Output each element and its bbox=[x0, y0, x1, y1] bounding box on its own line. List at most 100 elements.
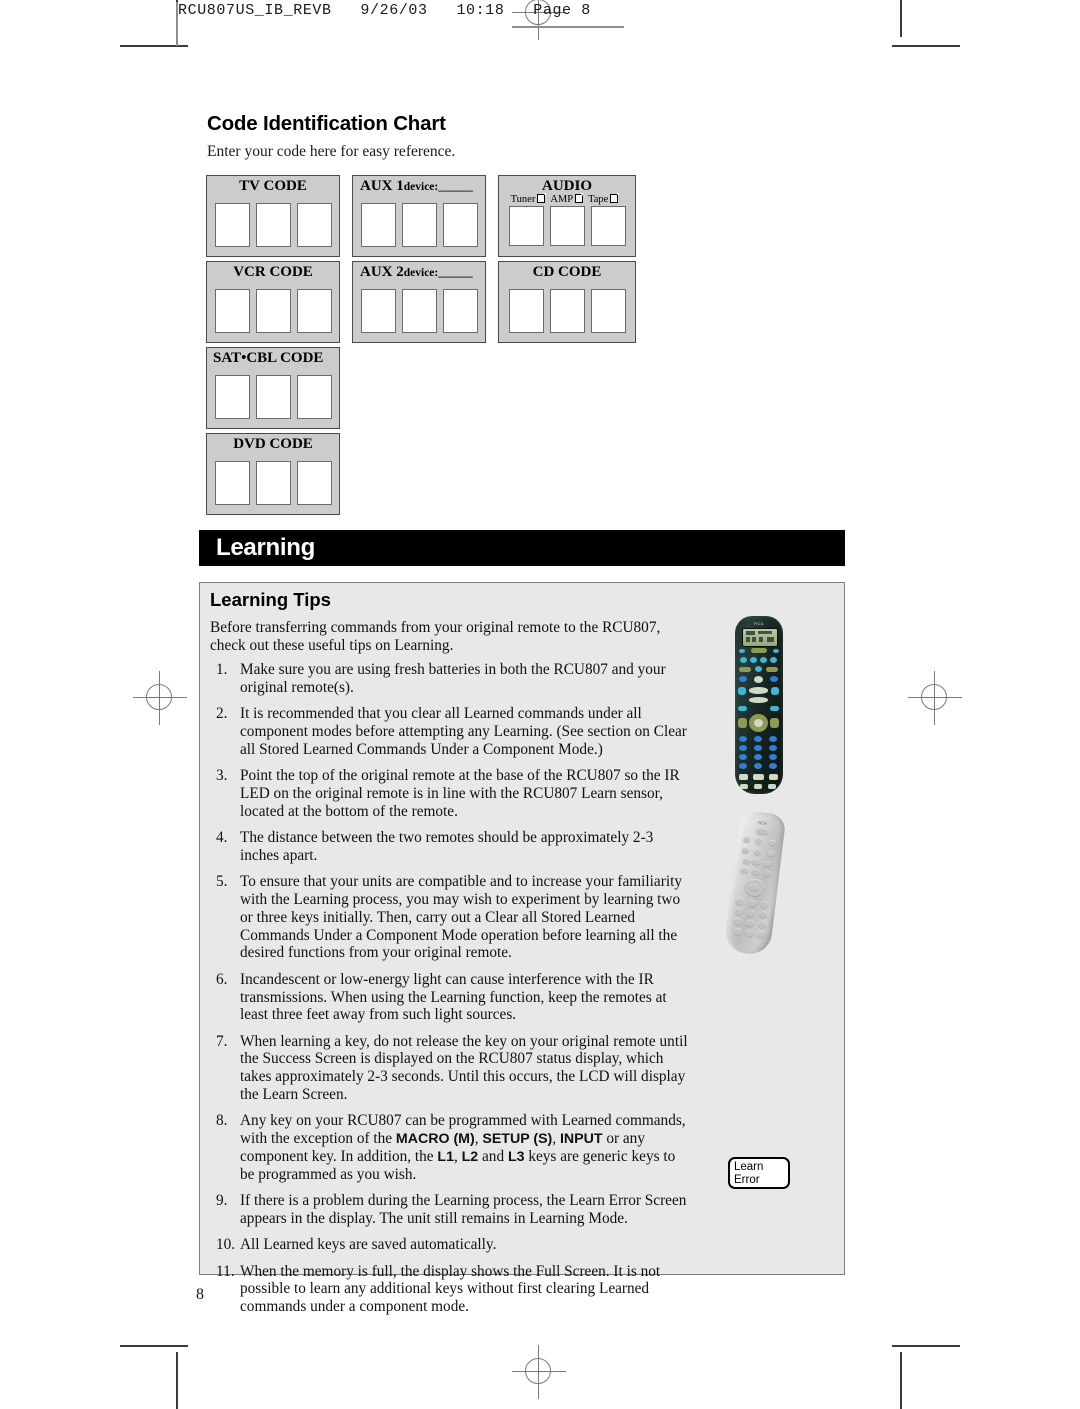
learning-tips-list: 1. Make sure you are using fresh batteri… bbox=[210, 661, 692, 1325]
list-item: 4. The distance between the two remotes … bbox=[210, 829, 692, 865]
list-item-number: 9. bbox=[216, 1192, 228, 1210]
list-item: 6. Incandescent or low-energy light can … bbox=[210, 971, 692, 1024]
code-cell[interactable] bbox=[214, 202, 250, 247]
code-cells-vcr bbox=[207, 288, 339, 333]
code-cell[interactable] bbox=[590, 205, 626, 246]
learn-error-screen-graphic: Learn Error bbox=[728, 1157, 790, 1189]
list-item-number: 10. bbox=[216, 1236, 236, 1254]
tip8-input-key: INPUT bbox=[559, 1131, 603, 1148]
code-cell[interactable] bbox=[296, 374, 332, 419]
code-cell[interactable] bbox=[255, 288, 291, 333]
tip8-l1-key: L1 bbox=[437, 1149, 454, 1165]
list-item-text: Any key on your RCU807 can be programmed… bbox=[240, 1112, 692, 1183]
list-item-text: To ensure that your units are compatible… bbox=[240, 873, 682, 962]
code-box-aux2-suffix: device:______ bbox=[403, 267, 473, 279]
audio-option-tape-label: Tape bbox=[588, 193, 609, 205]
code-cells-aux2 bbox=[353, 288, 485, 333]
code-box-tv: TV CODE bbox=[206, 175, 340, 257]
list-item-text: Incandescent or low-energy light can cau… bbox=[240, 970, 667, 1024]
list-item-number: 1. bbox=[216, 661, 228, 678]
list-item: 3. Point the top of the original remote … bbox=[210, 767, 692, 820]
code-cell[interactable] bbox=[214, 460, 250, 505]
registration-mark-right bbox=[908, 671, 962, 725]
code-cell[interactable] bbox=[360, 288, 396, 333]
list-item-text: When learning a key, do not release the … bbox=[240, 1032, 688, 1104]
code-box-tv-label: TV CODE bbox=[239, 178, 307, 194]
code-cell[interactable] bbox=[296, 288, 332, 333]
code-cells-satcbl bbox=[207, 374, 339, 419]
list-item-number: 5. bbox=[216, 873, 228, 891]
audio-option-tuner-checkbox[interactable] bbox=[537, 193, 546, 203]
code-box-aux1: AUX 1device:______ bbox=[352, 175, 486, 257]
code-cell[interactable] bbox=[549, 288, 585, 333]
code-cell[interactable] bbox=[401, 202, 437, 247]
list-item: 11. When the memory is full, the display… bbox=[210, 1263, 692, 1316]
list-item-number: 11. bbox=[216, 1262, 235, 1280]
code-cell[interactable] bbox=[360, 202, 396, 247]
audio-option-amp-checkbox[interactable] bbox=[575, 193, 584, 203]
list-item: 10. All Learned keys are saved automatic… bbox=[210, 1236, 692, 1254]
tip8-sep2: , bbox=[552, 1130, 560, 1148]
tip8-sep3: , bbox=[453, 1148, 462, 1165]
code-cell[interactable] bbox=[214, 288, 250, 333]
list-item-text: The distance between the two remotes sho… bbox=[240, 829, 654, 864]
code-cell[interactable] bbox=[255, 202, 291, 247]
list-item-text: It is recommended that you clear all Lea… bbox=[240, 705, 687, 758]
list-item-text: When the memory is full, the display sho… bbox=[240, 1262, 661, 1316]
remote-lcd-screen bbox=[742, 628, 778, 647]
learning-tips-title: Learning Tips bbox=[210, 589, 331, 610]
code-cells-dvd bbox=[207, 460, 339, 505]
registration-mark-left bbox=[133, 671, 187, 725]
code-cells-aux1 bbox=[353, 202, 485, 247]
code-cell[interactable] bbox=[590, 288, 626, 333]
code-cell[interactable] bbox=[255, 460, 291, 505]
code-cell[interactable] bbox=[508, 205, 544, 246]
code-box-vcr-label: VCR CODE bbox=[233, 264, 313, 280]
list-item-number: 4. bbox=[216, 829, 228, 846]
list-item-text: All Learned keys are saved automatically… bbox=[240, 1236, 497, 1254]
list-item: 5. To ensure that your units are compati… bbox=[210, 873, 692, 962]
audio-option-tape-checkbox[interactable] bbox=[610, 193, 619, 203]
code-cell[interactable] bbox=[214, 374, 250, 419]
code-box-aux1-label: AUX 1 bbox=[360, 178, 404, 194]
code-box-aux2-label: AUX 2 bbox=[360, 264, 404, 280]
code-cell[interactable] bbox=[296, 460, 332, 505]
code-box-dvd-label: DVD CODE bbox=[233, 436, 313, 452]
tip8-part3: and bbox=[478, 1148, 508, 1165]
audio-device-options: Tuner AMP Tape bbox=[499, 193, 635, 205]
code-box-aux2: AUX 2device:______ bbox=[352, 261, 486, 343]
code-box-satcbl: SAT•CBL CODE bbox=[206, 347, 340, 429]
code-cell[interactable] bbox=[442, 202, 478, 247]
list-item-text: If there is a problem during the Learnin… bbox=[240, 1192, 687, 1227]
list-item-text: Make sure you are using fresh batteries … bbox=[240, 661, 666, 696]
audio-option-amp-label: AMP bbox=[550, 193, 574, 205]
code-cell[interactable] bbox=[296, 202, 332, 247]
original-remote-illustration: RCA bbox=[723, 809, 788, 957]
code-cell[interactable] bbox=[549, 205, 585, 246]
rca-logo: RCA bbox=[757, 819, 767, 826]
tip8-macro-key: MACRO (M) bbox=[395, 1131, 475, 1148]
registration-mark-bottom bbox=[512, 1345, 566, 1399]
code-cells-cd bbox=[499, 288, 635, 333]
tip8-setup-key: SETUP (S) bbox=[482, 1131, 553, 1148]
section-banner-title: Learning bbox=[216, 534, 315, 561]
code-cell[interactable] bbox=[442, 288, 478, 333]
page-title: Code Identification Chart bbox=[207, 112, 446, 135]
crop-mark-top-right-v bbox=[900, 0, 902, 37]
page-subtitle: Enter your code here for easy reference. bbox=[207, 143, 456, 160]
code-cell[interactable] bbox=[508, 288, 544, 333]
slug-rule-horizontal bbox=[512, 26, 624, 28]
remote-keypad bbox=[735, 648, 783, 790]
code-box-audio: AUDIO Tuner AMP Tape bbox=[498, 175, 636, 257]
remote-body: RCA bbox=[723, 809, 787, 957]
code-cell[interactable] bbox=[255, 374, 291, 419]
audio-option-tuner-label: Tuner bbox=[510, 193, 536, 205]
crop-mark-bottom-right-h bbox=[892, 1345, 960, 1347]
code-cell[interactable] bbox=[401, 288, 437, 333]
rca-logo: RCA bbox=[754, 621, 764, 626]
rcu807-remote-illustration: RCA bbox=[735, 616, 783, 794]
list-item-number: 3. bbox=[216, 767, 228, 785]
list-item-number: 2. bbox=[216, 705, 228, 723]
code-cells-audio bbox=[499, 205, 635, 246]
crop-mark-bottom-right-v bbox=[900, 1352, 902, 1409]
